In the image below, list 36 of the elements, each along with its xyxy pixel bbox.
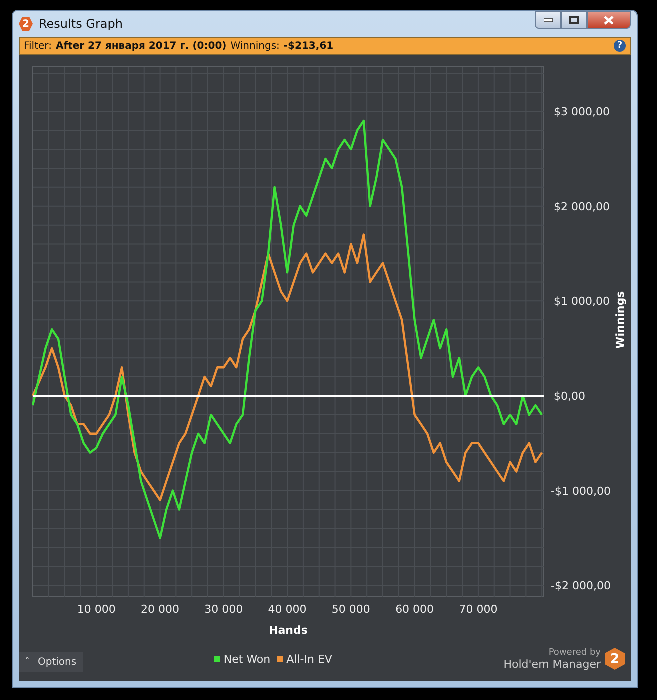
y-tick-label: -$1 000,00	[551, 484, 611, 498]
x-tick-label: 20 000	[141, 603, 180, 616]
close-icon	[604, 16, 614, 24]
app-logo: 2	[19, 17, 33, 31]
y-tick-label: $0,00	[554, 390, 586, 403]
maximize-button[interactable]	[561, 11, 587, 29]
brand-name: Hold'em Manager	[504, 658, 601, 670]
legend-label: Net Won	[224, 652, 271, 666]
y-axis-title: Winnings	[614, 291, 627, 349]
brand-logo: 2	[605, 648, 625, 670]
filter-label: Filter:	[24, 40, 52, 52]
x-tick-label: 40 000	[268, 603, 307, 616]
legend-swatch	[214, 656, 220, 662]
winnings-label: Winnings:	[230, 40, 280, 52]
filter-value: After 27 января 2017 г. (0:00)	[56, 40, 227, 52]
legend-label: All-In EV	[286, 652, 332, 666]
maximize-icon	[569, 16, 579, 24]
x-tick-label: 60 000	[396, 603, 434, 616]
x-tick-label: 10 000	[77, 603, 116, 616]
powered-by-text: Powered by	[548, 648, 601, 658]
x-tick-label: 30 000	[204, 603, 244, 616]
y-tick-label: $1 000,00	[554, 295, 610, 308]
minimize-button[interactable]	[535, 11, 561, 29]
minimize-icon	[544, 18, 552, 22]
x-tick-label: 70 000	[459, 603, 498, 616]
window-title: Results Graph	[39, 17, 124, 31]
y-tick-label: $2 000,00	[554, 200, 610, 214]
help-button[interactable]: ?	[614, 40, 626, 52]
close-button[interactable]	[587, 11, 631, 29]
x-axis-title: Hands	[269, 624, 308, 637]
options-button[interactable]: ˄ Options	[19, 652, 83, 672]
legend-swatch	[276, 656, 283, 662]
y-tick-label: -$2 000,00	[551, 580, 611, 593]
y-tick-label: $3 000,00	[554, 106, 610, 119]
x-tick-label: 50 000	[332, 603, 370, 616]
winnings-value: -$213,61	[284, 40, 334, 52]
